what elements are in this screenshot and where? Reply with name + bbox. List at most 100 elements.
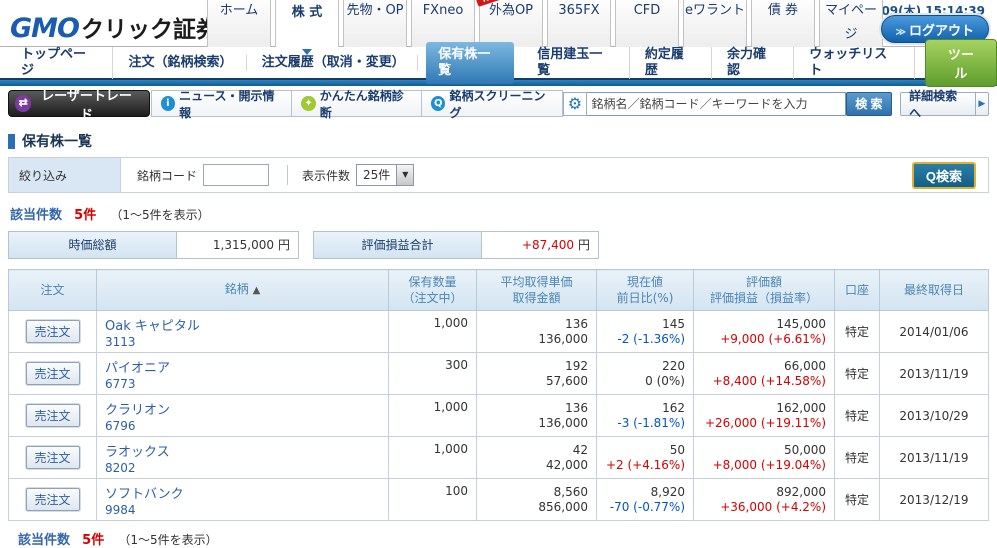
stock-code-link[interactable]: 6773 xyxy=(105,377,384,391)
market-value-unit: 円 xyxy=(278,238,290,252)
symbol-search-input[interactable] xyxy=(587,92,846,116)
display-count-select[interactable]: 25件 ▼ xyxy=(356,164,414,186)
advanced-search-label: 詳細検索へ xyxy=(901,87,974,121)
holdings-body: 売注文Oak キャピタル31131,000136136,000145-2 (-1… xyxy=(9,311,989,521)
symbol-search-button[interactable]: 検 索 xyxy=(846,92,892,116)
holdings-row: 売注文ラオックス82021,0004242,00050+2 (+4.16%)50… xyxy=(9,437,989,479)
avg-price: 192 xyxy=(481,359,588,373)
product-tab-gaitame-op[interactable]: 外為OPNEW xyxy=(479,0,543,47)
col-quantity: 保有数量（注文中） xyxy=(389,270,477,311)
stock-name-link[interactable]: Oak キャピタル xyxy=(105,315,384,334)
product-tab-label: 先物・OP xyxy=(344,0,406,23)
col-current-price: 現在値前日比(%) xyxy=(597,270,694,311)
quantity-cell: 1,000 xyxy=(389,437,477,479)
order-cell: 売注文 xyxy=(9,311,97,353)
day-change: +2 (+4.16%) xyxy=(601,458,685,472)
sell-order-button[interactable]: 売注文 xyxy=(26,446,80,469)
product-tab-label: FXneo xyxy=(412,0,474,23)
total-pl-value: +87,400円 xyxy=(482,232,598,258)
last-acquired-cell: 2013/11/19 xyxy=(880,437,989,479)
sell-order-button[interactable]: 売注文 xyxy=(26,488,80,511)
nav-item-buying-power[interactable]: 余力確認 xyxy=(712,47,794,79)
product-tab-fxneo[interactable]: FXneo xyxy=(411,0,475,47)
tool-tab-screening[interactable]: Q銘柄スクリーニング xyxy=(421,90,563,117)
holdings-row: 売注文パイオニア677330019257,6002200 (0%)66,000+… xyxy=(9,353,989,395)
sort-asc-icon: ▲ xyxy=(253,285,261,296)
stock-name-link[interactable]: ラオックス xyxy=(105,441,384,460)
nav-item-order-search[interactable]: 注文（銘柄検索） xyxy=(113,55,246,71)
avg-price-cell: 19257,600 xyxy=(477,353,597,395)
order-cell: 売注文 xyxy=(9,437,97,479)
stock-name-link[interactable]: クラリオン xyxy=(105,399,384,418)
tool-tab-news[interactable]: iニュース・開示情報 xyxy=(151,90,293,117)
product-tab-futures-op[interactable]: 先物・OP xyxy=(343,0,407,47)
avg-price: 42 xyxy=(481,443,588,457)
day-change: 0 (0%) xyxy=(601,374,685,388)
filter-divider xyxy=(287,165,288,185)
valuation-amount: 892,000 xyxy=(698,485,826,499)
tool-tab-diagnosis[interactable]: ✦かんたん銘柄診断 xyxy=(291,90,422,117)
account-type-cell: 特定 xyxy=(835,353,880,395)
last-acquired-cell: 2013/10/29 xyxy=(880,395,989,437)
sell-order-button[interactable]: 売注文 xyxy=(26,362,80,385)
product-tab-home[interactable]: ホーム xyxy=(207,0,271,47)
product-tab-365fx[interactable]: 365FX xyxy=(547,0,611,47)
stock-code-input[interactable] xyxy=(203,164,269,186)
nav-item-watchlist[interactable]: ウォッチリスト xyxy=(794,47,914,79)
holdings-row: 売注文ソフトバンク99841008,560856,0008,920-70 (-0… xyxy=(9,479,989,521)
result-count-range: （1〜5件を表示） xyxy=(110,208,209,222)
nav-item-top-page[interactable]: トップページ xyxy=(6,47,113,79)
nav-item-executions[interactable]: 約定履歴 xyxy=(630,47,712,79)
holdings-header-row: 注文 銘柄 ▲ 保有数量（注文中） 平均取得単価取得金額 現在値前日比(%) 評… xyxy=(9,270,989,311)
app-header: GMOクリック証券 2014/01/09(木) 15:14:39 ホーム株 式先… xyxy=(0,0,997,47)
nav-item-holdings[interactable]: 保有株一覧 xyxy=(426,42,514,84)
stock-code-link[interactable]: 8202 xyxy=(105,461,384,475)
market-value-label: 時価総額 xyxy=(9,232,177,258)
filter-search-button[interactable]: Q検索 xyxy=(912,162,976,189)
avg-price-cell: 136136,000 xyxy=(477,311,597,353)
sell-order-button[interactable]: 売注文 xyxy=(26,404,80,427)
sell-order-button[interactable]: 売注文 xyxy=(26,320,80,343)
avg-price-cell: 8,560856,000 xyxy=(477,479,597,521)
name-cell: ラオックス8202 xyxy=(97,437,389,479)
laser-trade-button[interactable]: ⇄ レーザートレード xyxy=(8,90,150,117)
col-avg-price: 平均取得単価取得金額 xyxy=(477,270,597,311)
stock-code-link[interactable]: 6796 xyxy=(105,419,384,433)
product-tab-bonds[interactable]: 債 券 xyxy=(751,0,815,47)
valuation-cell: 162,000+26,000 (+19.11%) xyxy=(694,395,835,437)
tool-button[interactable]: ツール xyxy=(925,39,997,87)
product-tab-label: CFD xyxy=(616,0,678,23)
current-price-cell: 162-3 (-1.81%) xyxy=(597,395,694,437)
product-tab-cfd[interactable]: CFD xyxy=(615,0,679,47)
gear-icon[interactable]: ⚙ xyxy=(563,92,586,116)
acquisition-amount: 856,000 xyxy=(481,500,588,514)
product-tab-stocks[interactable]: 株 式 xyxy=(275,0,339,47)
stock-code-link[interactable]: 9984 xyxy=(105,503,384,517)
result-count-label: 該当件数 xyxy=(18,533,70,548)
nav-item-margin-positions[interactable]: 信用建玉一覧 xyxy=(522,47,630,79)
stock-code-link[interactable]: 3113 xyxy=(105,335,384,349)
product-tab-label: 外為OP xyxy=(480,0,542,23)
nav-item-order-history[interactable]: 注文履歴（取消・変更） xyxy=(247,55,419,71)
quantity-cell: 100 xyxy=(389,479,477,521)
total-pl-amount: +87,400 xyxy=(522,238,574,252)
col-name[interactable]: 銘柄 ▲ xyxy=(97,270,389,311)
stock-name-link[interactable]: パイオニア xyxy=(105,357,384,376)
brand-logo-text: クリック証券 xyxy=(81,17,219,43)
result-count-line-bottom: 該当件数 5件 （1〜5件を表示） xyxy=(18,529,989,548)
advanced-search-button[interactable]: 詳細検索へ ▶ xyxy=(900,92,989,116)
stock-name-link[interactable]: ソフトバンク xyxy=(105,483,384,502)
product-tab-ewarrant[interactable]: eワラント xyxy=(683,0,747,47)
order-cell: 売注文 xyxy=(9,479,97,521)
col-order: 注文 xyxy=(9,270,97,311)
current-price: 162 xyxy=(601,401,685,415)
brand-logo: GMOクリック証券 xyxy=(10,10,219,44)
filter-label: 絞り込み xyxy=(9,158,121,192)
product-tab-label: 株 式 xyxy=(276,0,338,27)
product-tab-mypage[interactable]: マイページ xyxy=(819,0,883,47)
quick-toolbar: ⇄ レーザートレード iニュース・開示情報✦かんたん銘柄診断Q銘柄スクリーニング… xyxy=(0,86,997,121)
result-count-number: 5件 xyxy=(74,208,96,223)
acquisition-amount: 136,000 xyxy=(481,416,588,430)
screening-icon: Q xyxy=(431,96,445,111)
market-value-box: 時価総額 1,315,000円 xyxy=(8,231,299,259)
